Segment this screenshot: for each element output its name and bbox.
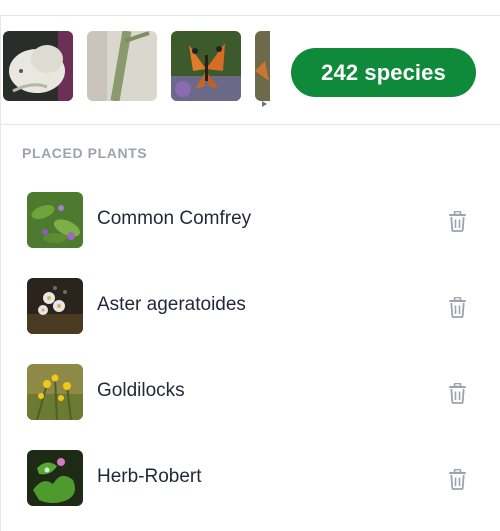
species-count-badge[interactable]: 242 species xyxy=(291,48,476,97)
butterfly-photo-thumbnail[interactable] xyxy=(3,31,73,101)
trash-icon xyxy=(448,210,466,232)
white-butterfly-icon xyxy=(3,31,73,101)
butterfly-partial-icon xyxy=(255,31,270,101)
trash-icon xyxy=(448,296,466,318)
herb-robert-photo-icon xyxy=(27,450,83,506)
delete-plant-button[interactable] xyxy=(444,208,470,234)
trash-icon xyxy=(448,468,466,490)
plant-name: Goldilocks xyxy=(97,380,185,401)
painted-lady-icon xyxy=(171,31,241,101)
top-divider xyxy=(0,0,500,16)
delete-plant-button[interactable] xyxy=(444,466,470,492)
plant-name: Herb-Robert xyxy=(97,466,202,487)
trash-icon xyxy=(448,382,466,404)
plant-name: Common Comfrey xyxy=(97,208,252,229)
delete-plant-button[interactable] xyxy=(444,380,470,406)
partial-photo-thumbnail[interactable] xyxy=(255,31,270,101)
photo-gallery[interactable] xyxy=(3,31,270,103)
plant-list-item[interactable]: Common Comfrey xyxy=(0,177,500,263)
plant-list-item[interactable]: Herb-Robert xyxy=(0,435,500,521)
comfrey-photo-icon xyxy=(27,192,83,248)
plant-list-item[interactable]: Aster ageratoides xyxy=(0,263,500,349)
aster-photo-icon xyxy=(27,278,83,334)
scroll-right-caret-icon[interactable] xyxy=(262,101,267,107)
plant-list-item[interactable]: Goldilocks xyxy=(0,349,500,435)
placed-plants-heading: PLACED PLANTS xyxy=(22,145,148,161)
photo-strip: 242 species xyxy=(0,17,500,125)
goldilocks-photo-icon xyxy=(27,364,83,420)
painted-lady-photo-thumbnail[interactable] xyxy=(171,31,241,101)
plant-name: Aster ageratoides xyxy=(97,294,246,315)
plant-stem-icon xyxy=(87,31,157,101)
plant-stem-photo-thumbnail[interactable] xyxy=(87,31,157,101)
delete-plant-button[interactable] xyxy=(444,294,470,320)
